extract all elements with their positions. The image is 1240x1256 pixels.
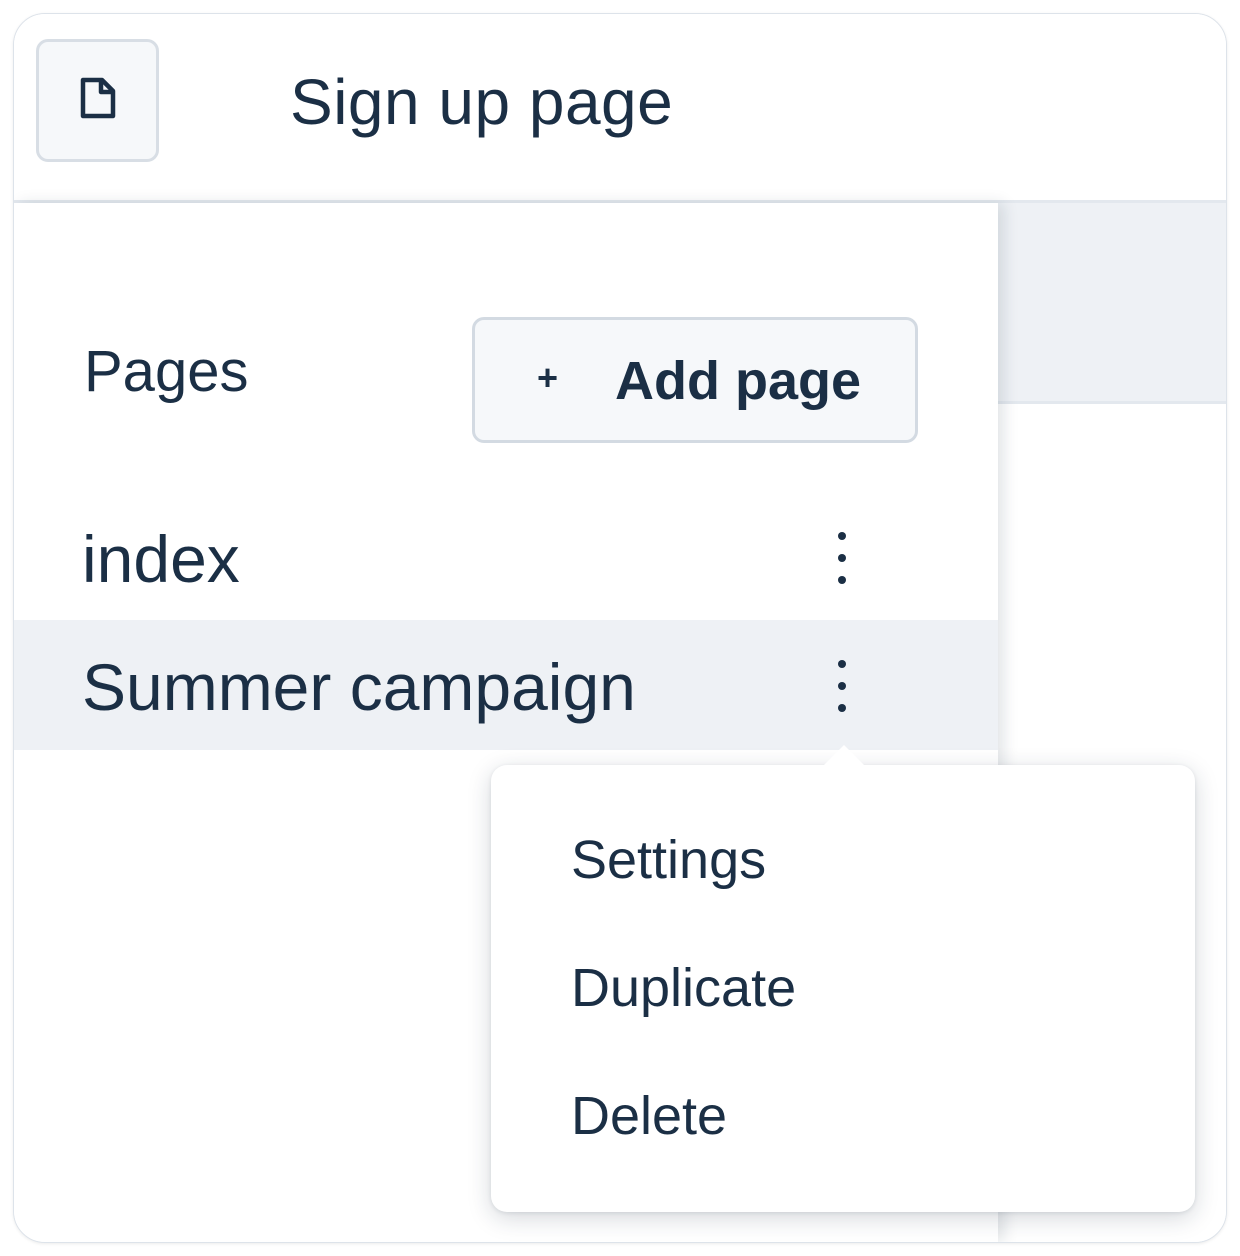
page-name: index xyxy=(82,522,240,596)
add-page-button[interactable]: + Add page xyxy=(472,317,918,443)
page-title: Sign up page xyxy=(290,66,674,138)
kebab-icon[interactable] xyxy=(828,660,856,712)
menu-item-settings[interactable]: Settings xyxy=(571,833,766,887)
page-name: Summer campaign xyxy=(82,650,636,724)
add-page-label: Add page xyxy=(615,351,862,411)
menu-item-delete[interactable]: Delete xyxy=(571,1089,727,1143)
page-context-menu: Settings Duplicate Delete xyxy=(491,745,1195,1212)
page-list-item-summer-campaign[interactable]: Summer campaign xyxy=(14,620,998,750)
menu-pointer-arrow xyxy=(822,745,866,767)
plus-icon: + xyxy=(537,357,559,398)
file-icon xyxy=(79,76,117,125)
page-icon-button[interactable] xyxy=(36,39,159,162)
menu-item-duplicate[interactable]: Duplicate xyxy=(571,961,796,1015)
kebab-icon[interactable] xyxy=(828,532,856,584)
canvas-top-section xyxy=(998,203,1226,404)
pages-heading: Pages xyxy=(84,339,249,404)
page-list-item-index[interactable]: index xyxy=(14,492,998,622)
header-bar: Sign up page xyxy=(14,14,1226,203)
app-window: Sign up page Pages + Add page index Summ… xyxy=(13,13,1227,1243)
